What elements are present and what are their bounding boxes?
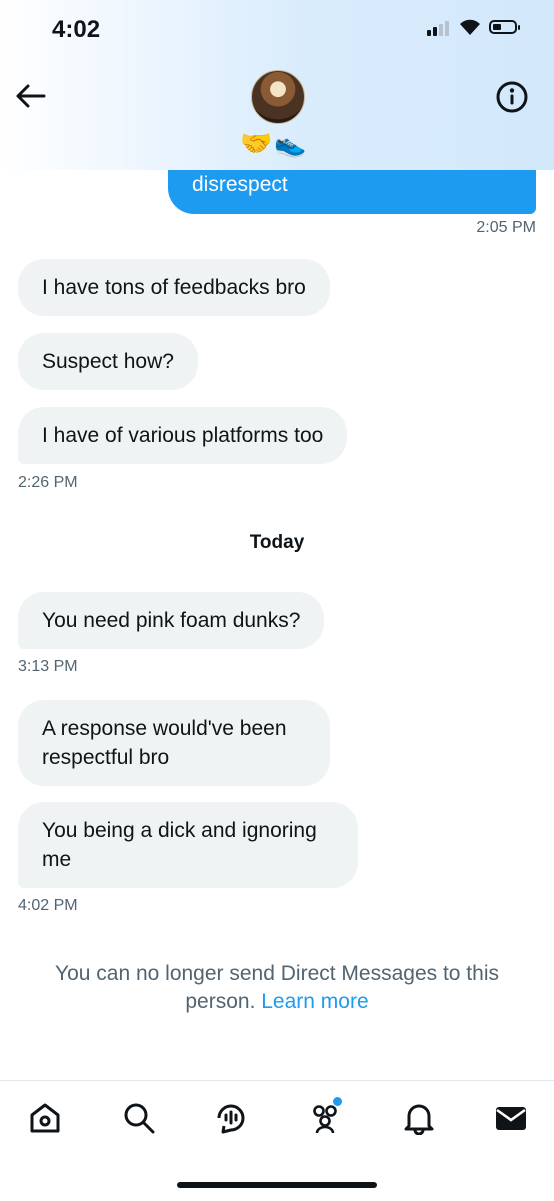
messages-envelope-icon[interactable]: [494, 1101, 528, 1135]
contact-avatar[interactable]: [251, 70, 305, 124]
received-message-bubble[interactable]: A response would've been respectful bro: [18, 700, 330, 786]
home-icon[interactable]: [28, 1101, 62, 1135]
received-message-bubble[interactable]: I have of various platforms too: [18, 407, 348, 464]
dm-restricted-notice: You can no longer send Direct Messages t…: [30, 960, 524, 1016]
notifications-bell-icon[interactable]: [402, 1101, 436, 1135]
message-timestamp: 2:26 PM: [18, 474, 78, 491]
back-arrow-icon[interactable]: [14, 82, 48, 110]
spaces-icon[interactable]: [214, 1101, 248, 1135]
new-activity-dot: [333, 1097, 342, 1106]
communities-icon[interactable]: [308, 1101, 342, 1135]
conversation-header: 4:02 🤝👟: [0, 0, 554, 170]
message-timestamp: 4:02 PM: [18, 897, 78, 914]
wifi-icon: [460, 19, 480, 35]
home-indicator: [177, 1182, 377, 1188]
search-icon[interactable]: [122, 1101, 156, 1135]
received-message-bubble[interactable]: You being a dick and ignoring me: [18, 802, 358, 888]
message-timestamp: 3:13 PM: [18, 658, 78, 675]
learn-more-link[interactable]: Learn more: [261, 990, 368, 1013]
received-message-bubble[interactable]: You need pink foam dunks?: [18, 592, 325, 649]
message-timestamp: 2:05 PM: [476, 219, 536, 236]
day-divider: Today: [249, 532, 305, 553]
info-icon[interactable]: [495, 80, 529, 114]
received-message-bubble[interactable]: I have tons of feedbacks bro: [18, 259, 330, 316]
battery-icon: [489, 20, 520, 34]
status-bar-time: 4:02: [52, 16, 101, 43]
contact-name-emoji[interactable]: 🤝👟: [240, 128, 309, 159]
received-message-bubble[interactable]: Suspect how?: [18, 333, 198, 390]
cellular-signal-icon: [427, 21, 449, 36]
